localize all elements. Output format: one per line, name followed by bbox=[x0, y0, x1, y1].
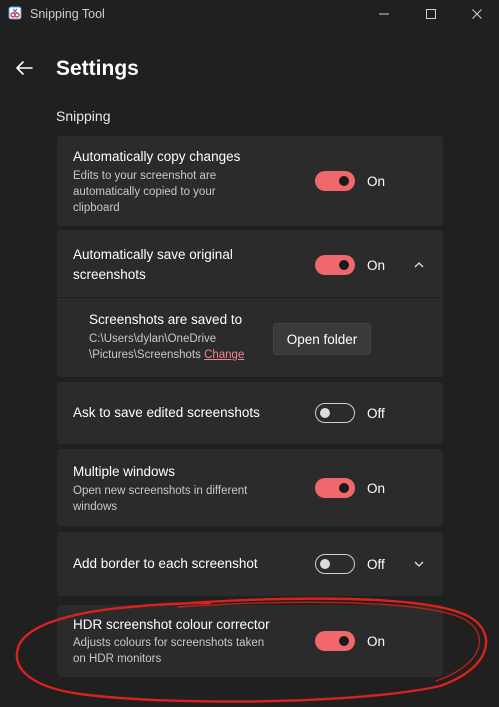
save-location-path-end: \Pictures\Screenshots bbox=[89, 349, 201, 361]
toggle-knob bbox=[320, 559, 330, 569]
setting-auto-copy-changes: Automatically copy changes Edits to your… bbox=[57, 136, 443, 226]
chevron-down-icon bbox=[414, 561, 424, 567]
hdr-toggle[interactable] bbox=[315, 631, 355, 651]
setting-multiple-windows: Multiple windows Open new screenshots in… bbox=[57, 449, 443, 526]
setting-title: HDR screenshot colour corrector bbox=[73, 617, 270, 632]
save-location-path-row: \Pictures\Screenshots Change bbox=[89, 347, 244, 363]
ask-save-toggle[interactable] bbox=[315, 403, 355, 423]
setting-ask-save-edited: Ask to save edited screenshots Off bbox=[57, 382, 443, 444]
toggle-knob bbox=[339, 483, 349, 493]
close-icon bbox=[472, 9, 482, 19]
toggle-knob bbox=[339, 636, 349, 646]
toggle-state-label: On bbox=[367, 481, 386, 496]
arrow-left-icon bbox=[16, 61, 33, 75]
collapse-button[interactable] bbox=[411, 257, 427, 273]
setting-description-line: Adjusts colours for screenshots taken bbox=[73, 637, 265, 649]
section-title-snipping: Snipping bbox=[56, 108, 111, 124]
setting-auto-save-original[interactable]: Automatically save original screenshots … bbox=[57, 230, 443, 297]
title-bar: Snipping Tool bbox=[0, 0, 499, 30]
maximize-icon bbox=[426, 9, 436, 19]
page-title: Settings bbox=[56, 57, 139, 80]
setting-title-line: screenshots bbox=[73, 267, 146, 282]
setting-description-line: automatically copied to your bbox=[73, 186, 216, 198]
maximize-button[interactable] bbox=[419, 4, 443, 24]
expand-button[interactable] bbox=[411, 556, 427, 572]
setting-description-line: Open new screenshots in different bbox=[73, 485, 248, 497]
minimize-button[interactable] bbox=[372, 4, 396, 24]
setting-title: Ask to save edited screenshots bbox=[73, 405, 260, 420]
setting-description-line: Edits to your screenshot are bbox=[73, 170, 217, 182]
toggle-state-label: On bbox=[367, 174, 386, 189]
toggle-state-label: On bbox=[367, 258, 386, 273]
toggle-knob bbox=[339, 176, 349, 186]
setting-description-line: windows bbox=[73, 501, 118, 513]
snipping-tool-app-icon bbox=[8, 6, 22, 20]
toggle-state-label: Off bbox=[367, 406, 385, 421]
save-location-title: Screenshots are saved to bbox=[89, 312, 243, 327]
toggle-state-label: Off bbox=[367, 557, 385, 572]
change-location-link[interactable]: Change bbox=[204, 349, 244, 361]
setting-title: Automatically copy changes bbox=[73, 149, 241, 164]
screenshots-location-panel: Screenshots are saved to C:\Users\dylan\… bbox=[57, 298, 443, 377]
setting-title: Multiple windows bbox=[73, 464, 176, 479]
setting-description-line: on HDR monitors bbox=[73, 653, 162, 665]
add-border-toggle[interactable] bbox=[315, 554, 355, 574]
multiple-windows-toggle[interactable] bbox=[315, 478, 355, 498]
back-button[interactable] bbox=[10, 56, 38, 80]
auto-save-toggle[interactable] bbox=[315, 255, 355, 275]
toggle-knob bbox=[320, 408, 330, 418]
setting-title: Add border to each screenshot bbox=[73, 556, 258, 571]
auto-copy-toggle[interactable] bbox=[315, 171, 355, 191]
toggle-knob bbox=[339, 260, 349, 270]
setting-hdr-colour-corrector: HDR screenshot colour corrector Adjusts … bbox=[57, 605, 443, 677]
toggle-state-label: On bbox=[367, 634, 386, 649]
setting-description-line: clipboard bbox=[73, 202, 120, 214]
open-folder-button[interactable]: Open folder bbox=[273, 323, 371, 355]
save-location-path: C:\Users\dylan\OneDrive bbox=[89, 333, 217, 345]
minimize-icon bbox=[379, 13, 389, 15]
close-button[interactable] bbox=[465, 4, 489, 24]
setting-add-border[interactable]: Add border to each screenshot Off bbox=[57, 532, 443, 596]
setting-title-line: Automatically save original bbox=[73, 247, 233, 262]
chevron-up-icon bbox=[414, 262, 424, 268]
window-title: Snipping Tool bbox=[30, 7, 105, 21]
